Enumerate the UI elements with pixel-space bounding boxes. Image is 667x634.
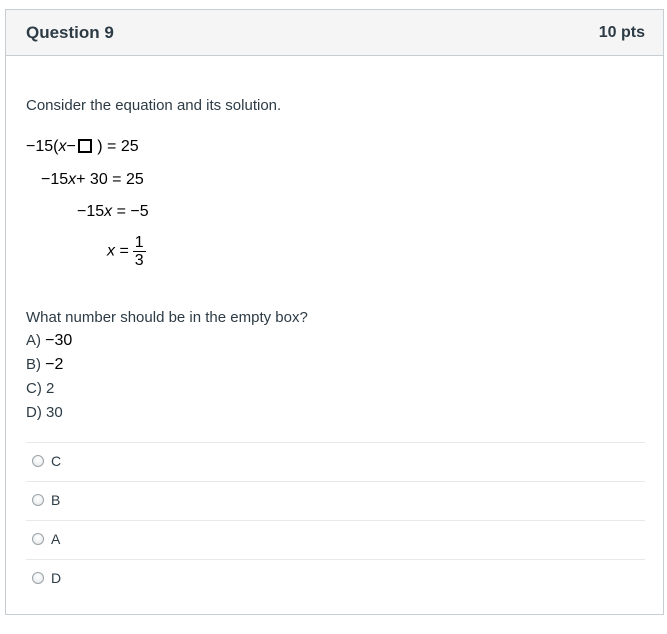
question-points: 10 pts bbox=[598, 24, 645, 41]
choice-letter: C) bbox=[26, 380, 42, 397]
answer-list: C B A D bbox=[26, 442, 645, 598]
choice-letter: B) bbox=[26, 356, 41, 373]
eq2-left: −15 bbox=[41, 171, 69, 188]
question-title: Question 9 bbox=[26, 23, 114, 42]
equation-line-1: −15(x− ) = 25 bbox=[26, 138, 139, 156]
question-header: Question 9 10 pts bbox=[6, 10, 663, 56]
equation-line-2: −15x+ 30 = 25 bbox=[41, 171, 144, 189]
choice-value: 2 bbox=[46, 380, 55, 397]
answer-option-b[interactable]: B bbox=[26, 481, 645, 520]
eq4-equals: = bbox=[115, 242, 129, 260]
eq3-right: = −5 bbox=[112, 203, 149, 220]
eq1-suffix: ) = 25 bbox=[92, 138, 139, 155]
answer-label[interactable]: C bbox=[51, 453, 61, 469]
answer-label[interactable]: B bbox=[51, 492, 60, 508]
fraction-denominator: 3 bbox=[134, 252, 144, 269]
equation-line-3: −15x = −5 bbox=[77, 203, 149, 221]
eq3-left: −15 bbox=[77, 203, 105, 220]
choice-value: −30 bbox=[45, 332, 73, 349]
choice-a: A) −30 bbox=[26, 332, 72, 350]
fraction: 13 bbox=[132, 234, 146, 269]
radio-button[interactable] bbox=[32, 572, 44, 584]
answer-label[interactable]: A bbox=[51, 531, 60, 547]
radio-button[interactable] bbox=[32, 533, 44, 545]
eq1-minus: − bbox=[66, 138, 76, 155]
eq4-var: x bbox=[107, 242, 115, 260]
answer-option-a[interactable]: A bbox=[26, 520, 645, 559]
choice-d: D) 30 bbox=[26, 404, 63, 421]
eq2-var: x bbox=[68, 171, 77, 188]
answer-option-d[interactable]: D bbox=[26, 559, 645, 598]
question-card: Question 9 10 pts Consider the equation … bbox=[5, 9, 664, 615]
radio-button[interactable] bbox=[32, 455, 44, 467]
question-text: What number should be in the empty box? bbox=[26, 309, 308, 326]
equation-line-4: x = 1 3 bbox=[107, 234, 146, 269]
eq1-prefix: −15( bbox=[26, 138, 59, 155]
answer-option-c[interactable]: C bbox=[26, 442, 645, 481]
answer-label[interactable]: D bbox=[51, 570, 61, 586]
question-prompt: Consider the equation and its solution. bbox=[26, 97, 282, 114]
choice-b: B) −2 bbox=[26, 356, 63, 374]
fraction-numerator: 1 bbox=[132, 234, 146, 252]
eq2-right: + 30 = 25 bbox=[76, 171, 144, 188]
empty-box bbox=[77, 139, 92, 153]
choice-value: 30 bbox=[46, 404, 63, 421]
choice-c: C) 2 bbox=[26, 380, 54, 397]
choice-letter: A) bbox=[26, 332, 41, 349]
choice-letter: D) bbox=[26, 404, 42, 421]
radio-button[interactable] bbox=[32, 494, 44, 506]
eq3-var: x bbox=[104, 203, 113, 220]
choice-value: −2 bbox=[45, 356, 64, 373]
